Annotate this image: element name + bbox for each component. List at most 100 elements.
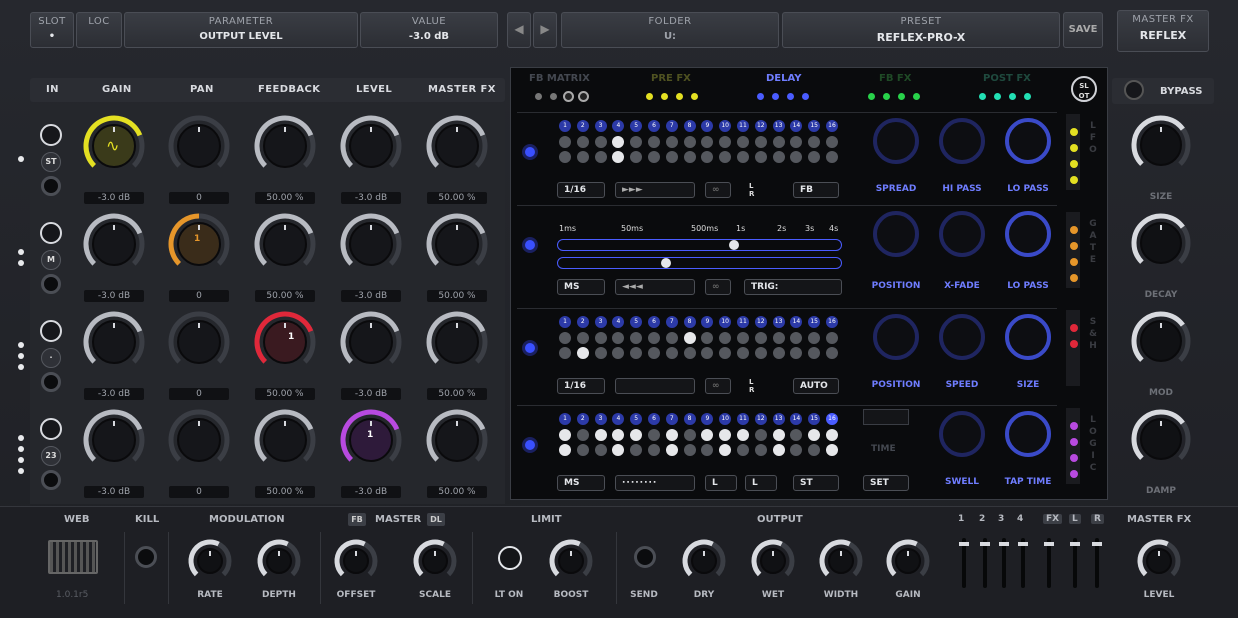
step-number[interactable]: 1 <box>559 120 571 132</box>
footer-width-knob[interactable] <box>818 538 864 584</box>
step-pad[interactable] <box>648 332 660 344</box>
step-pad[interactable] <box>737 429 749 441</box>
step-pad[interactable] <box>790 332 803 344</box>
step-pad[interactable] <box>808 332 821 344</box>
step-pad[interactable] <box>594 444 607 456</box>
input-mode-tag[interactable]: M <box>41 250 61 270</box>
lane-knob-position[interactable] <box>873 314 919 360</box>
level-knob[interactable] <box>339 212 403 276</box>
step-number[interactable]: 7 <box>665 413 678 425</box>
mod-led[interactable] <box>1070 226 1078 234</box>
step-number[interactable]: 3 <box>594 413 607 425</box>
step-number[interactable]: 13 <box>772 316 785 328</box>
step-pad[interactable] <box>737 151 749 163</box>
lane-enable[interactable] <box>522 237 538 253</box>
step-number[interactable]: 5 <box>630 120 643 132</box>
channel-fader[interactable] <box>1092 538 1102 588</box>
step-pad[interactable] <box>612 332 625 344</box>
input-toggle[interactable] <box>40 418 62 440</box>
direction-select[interactable]: ►►► <box>615 182 695 198</box>
step-pad[interactable] <box>559 151 571 163</box>
step-number[interactable]: 3 <box>594 316 607 328</box>
fader-label[interactable]: L <box>1069 514 1081 524</box>
channel-fader[interactable] <box>1044 538 1054 588</box>
step-number[interactable]: 11 <box>737 413 749 425</box>
step-pad[interactable] <box>701 347 714 359</box>
fader-handle[interactable] <box>1018 542 1028 546</box>
footer-rate-knob[interactable] <box>187 538 233 584</box>
step-pad[interactable] <box>737 332 749 344</box>
step-pad[interactable] <box>648 151 660 163</box>
link-icon[interactable]: ∞ <box>705 279 731 295</box>
step-number[interactable]: 12 <box>754 316 767 328</box>
mod-led[interactable] <box>1070 258 1078 266</box>
dl-toggle[interactable]: DL <box>427 513 445 526</box>
step-number[interactable]: 13 <box>772 120 785 132</box>
step-number[interactable]: 16 <box>826 413 838 425</box>
tab-pre-fx[interactable]: PRE FX <box>651 73 691 84</box>
gain-knob[interactable] <box>82 408 146 472</box>
input-toggle[interactable] <box>40 124 62 146</box>
fb-toggle[interactable]: FB <box>348 513 366 526</box>
fader-handle[interactable] <box>1092 542 1102 546</box>
step-number[interactable]: 8 <box>683 120 696 132</box>
step-pad[interactable] <box>683 347 696 359</box>
step-number[interactable]: 3 <box>594 120 607 132</box>
step-number[interactable]: 13 <box>772 413 785 425</box>
lane-option[interactable]: AUTO <box>793 378 839 394</box>
mod-led[interactable] <box>1070 438 1078 446</box>
step-number[interactable]: 4 <box>612 413 625 425</box>
lane-knob-size[interactable] <box>1005 314 1051 360</box>
step-number[interactable]: 6 <box>648 413 660 425</box>
slot-badge[interactable]: SL OT <box>1071 76 1097 102</box>
footer-wet-knob[interactable] <box>750 538 796 584</box>
step-pad[interactable] <box>665 444 678 456</box>
reverb-mod-knob[interactable] <box>1130 310 1192 372</box>
step-pad[interactable] <box>594 151 607 163</box>
channel-fader[interactable] <box>959 538 969 588</box>
step-number[interactable]: 15 <box>808 316 821 328</box>
preset-box[interactable]: PRESET REFLEX-PRO-X <box>782 12 1060 48</box>
step-pad[interactable] <box>701 444 714 456</box>
pan-knob[interactable] <box>167 310 231 374</box>
step-pad[interactable] <box>648 429 660 441</box>
lane-option[interactable]: FB <box>793 182 839 198</box>
step-pad[interactable] <box>665 429 678 441</box>
step-pad[interactable] <box>772 347 785 359</box>
step-pad[interactable] <box>826 444 838 456</box>
step-pad[interactable] <box>790 444 803 456</box>
feedback-knob[interactable] <box>253 310 317 374</box>
lane-knob-position[interactable] <box>873 211 919 257</box>
masterfx-knob[interactable] <box>425 114 489 178</box>
step-pad[interactable] <box>630 429 643 441</box>
limiter-toggle[interactable] <box>498 546 522 570</box>
pan-knob[interactable] <box>167 114 231 178</box>
step-pad[interactable] <box>576 429 589 441</box>
masterfx-knob[interactable] <box>425 212 489 276</box>
step-pad[interactable] <box>683 444 696 456</box>
step-pad[interactable] <box>754 332 767 344</box>
step-pad[interactable] <box>772 444 785 456</box>
input-jack[interactable] <box>41 274 61 294</box>
step-number[interactable]: 12 <box>754 120 767 132</box>
pan-knob[interactable] <box>167 408 231 472</box>
step-pad[interactable] <box>772 332 785 344</box>
mod-led[interactable] <box>1070 144 1078 152</box>
step-pad[interactable] <box>559 429 571 441</box>
lane-knob-spread[interactable] <box>873 118 919 164</box>
save-button[interactable]: SAVE <box>1063 12 1103 48</box>
fader-handle[interactable] <box>1044 542 1054 546</box>
step-pad[interactable] <box>630 332 643 344</box>
footer-offset-knob[interactable] <box>333 538 379 584</box>
step-pad[interactable] <box>594 347 607 359</box>
rate-select[interactable]: 1/16 <box>557 378 605 394</box>
step-pad[interactable] <box>808 444 821 456</box>
step-pad[interactable] <box>630 444 643 456</box>
rate-select[interactable]: MS <box>557 475 605 491</box>
step-number[interactable]: 7 <box>665 316 678 328</box>
step-number[interactable]: 1 <box>559 413 571 425</box>
step-pad[interactable] <box>772 151 785 163</box>
rate-select[interactable]: 1/16 <box>557 182 605 198</box>
step-number[interactable]: 10 <box>719 120 732 132</box>
mod-led[interactable] <box>1070 242 1078 250</box>
